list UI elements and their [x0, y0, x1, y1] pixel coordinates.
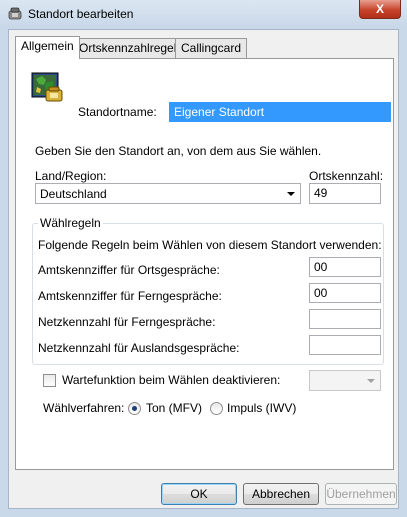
- window-title: Standort bearbeiten: [28, 7, 134, 21]
- apply-button-label: Übernehmen: [326, 487, 396, 501]
- close-button[interactable]: X: [359, 0, 401, 19]
- dialing-rules-intro: Folgende Regeln beim Wählen von diesem S…: [38, 238, 382, 252]
- tab-callingcard[interactable]: Callingcard: [175, 38, 248, 58]
- chevron-down-icon: [287, 192, 295, 196]
- phone-icon: [8, 7, 22, 20]
- long-distance-access-label: Amtskennziffer für Ferngespräche:: [38, 289, 222, 303]
- local-access-input[interactable]: 00: [309, 257, 381, 277]
- cancel-button[interactable]: Abbrechen: [243, 483, 319, 505]
- tab-allgemein[interactable]: Allgemein: [15, 36, 80, 59]
- carrier-long-distance-label: Netzkennzahl für Ferngespräche:: [38, 315, 216, 329]
- location-name-input[interactable]: Eigener Standort: [169, 102, 391, 122]
- location-name-value: Eigener Standort: [174, 105, 265, 119]
- long-distance-access-input[interactable]: 00: [309, 283, 381, 303]
- long-distance-access-value: 00: [314, 286, 328, 300]
- dialog-body: Allgemein Ortskennzahlregeln Callingcard…: [8, 29, 399, 509]
- globe-phone-icon: [30, 71, 66, 105]
- local-access-value: 00: [314, 260, 328, 274]
- title-bar: Standort bearbeiten X: [0, 0, 407, 29]
- location-name-label: Standortname:: [78, 105, 157, 119]
- carrier-long-distance-input[interactable]: [309, 309, 381, 329]
- tab-label: Callingcard: [181, 41, 242, 55]
- call-waiting-select[interactable]: [309, 370, 381, 391]
- country-value: Deutschland: [40, 187, 107, 201]
- area-code-input[interactable]: 49: [309, 183, 381, 204]
- ok-button[interactable]: OK: [161, 483, 237, 505]
- tab-ortskennzahlregeln[interactable]: Ortskennzahlregeln: [73, 38, 190, 58]
- tone-radio-label: Ton (MFV): [146, 401, 203, 415]
- instruction-text: Geben Sie den Standort an, von dem aus S…: [35, 144, 322, 158]
- call-waiting-label: Wartefunktion beim Wählen deaktivieren:: [62, 373, 281, 387]
- apply-button[interactable]: Übernehmen: [325, 483, 397, 505]
- chevron-down-icon: [367, 379, 375, 383]
- dialing-rules-legend: Wählregeln: [38, 216, 103, 230]
- area-code-value: 49: [314, 186, 328, 200]
- tab-panel-allgemein: Standortname: Eigener Standort Geben Sie…: [15, 58, 394, 470]
- tab-label: Allgemein: [21, 39, 74, 53]
- country-select[interactable]: Deutschland: [35, 183, 301, 204]
- country-label: Land/Region:: [35, 169, 107, 183]
- cancel-button-label: Abbrechen: [251, 487, 311, 501]
- dial-method-label: Wählverfahren:: [43, 401, 125, 415]
- local-access-label: Amtskennziffer für Ortsgespräche:: [38, 263, 220, 277]
- pulse-radio-label: Impuls (IWV): [227, 401, 297, 415]
- pulse-radio[interactable]: [210, 402, 223, 415]
- call-waiting-checkbox[interactable]: [43, 374, 56, 387]
- area-code-label: Ortskennzahl:: [309, 169, 384, 183]
- tab-label: Ortskennzahlregeln: [79, 41, 184, 55]
- tone-radio[interactable]: [128, 402, 141, 415]
- carrier-international-input[interactable]: [309, 335, 381, 355]
- carrier-international-label: Netzkennzahl für Auslandsgespräche:: [38, 341, 240, 355]
- ok-button-label: OK: [190, 487, 208, 501]
- close-icon: X: [375, 2, 384, 16]
